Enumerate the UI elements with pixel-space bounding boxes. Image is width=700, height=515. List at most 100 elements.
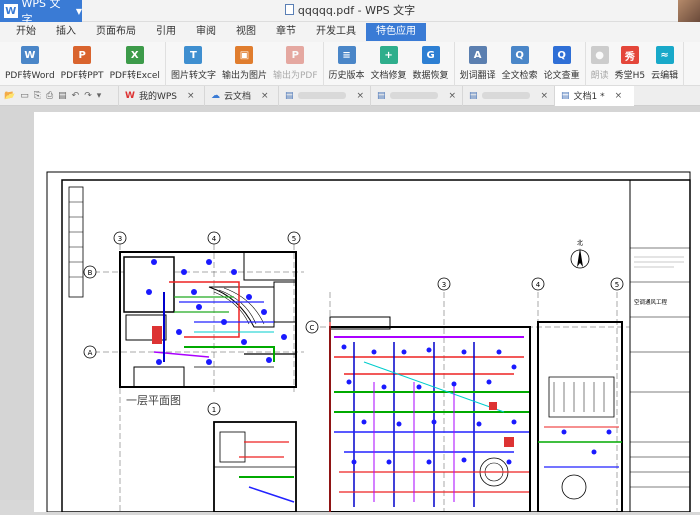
diffuser-symbol xyxy=(261,309,267,315)
axis-label-bottom: 1 xyxy=(212,406,216,414)
diffuser-symbol xyxy=(341,344,347,350)
diffuser-symbol xyxy=(476,421,482,427)
paper-check-button[interactable]: Q 论文查重 xyxy=(541,42,583,86)
menu-tab-8[interactable]: 特色应用 xyxy=(366,23,426,41)
close-icon[interactable]: × xyxy=(187,91,195,101)
avatar[interactable] xyxy=(678,0,700,22)
diffuser-symbol xyxy=(176,329,182,335)
diffuser-symbol xyxy=(206,359,212,365)
export-pdf-button[interactable]: P 输出为PDF xyxy=(270,42,321,86)
diffuser-symbol xyxy=(246,294,252,300)
menu-tab-5[interactable]: 视图 xyxy=(226,23,266,41)
diffuser-symbol xyxy=(346,379,352,385)
diffuser-symbol xyxy=(221,319,227,325)
axis-label-top-2: 5 xyxy=(292,235,296,243)
export-icon[interactable]: ⎘ xyxy=(34,91,41,101)
diffuser-symbol xyxy=(451,381,457,387)
close-icon[interactable]: × xyxy=(448,91,456,101)
redo-icon[interactable]: ↷ xyxy=(84,91,92,101)
menu-tab-7[interactable]: 开发工具 xyxy=(306,23,366,41)
diffuser-symbol xyxy=(231,269,237,275)
window-title: qqqqq.pdf - WPS 文字 xyxy=(0,0,700,22)
open-folder-icon[interactable]: 📂 xyxy=(4,91,15,101)
repair-button[interactable]: + 文档修复 xyxy=(368,42,410,86)
hvac-bottom xyxy=(239,441,295,503)
tab-title: 我的WPS xyxy=(138,92,177,102)
undo-icon[interactable]: ↶ xyxy=(72,91,80,101)
menu-tab-1[interactable]: 插入 xyxy=(46,23,86,41)
diffuser-symbol xyxy=(381,384,387,390)
document-tab-bar: 📂 ▭ ⎘ ⎙ ▤ ↶ ↷ ▾ W 我的WPS × ☁ 云文档 × ▤ × ▤ × ▤ × ▤ 文档1 *… xyxy=(0,85,700,106)
save-icon[interactable]: ▭ xyxy=(20,91,29,101)
ribbon-button-label: 全文检索 xyxy=(501,71,538,81)
axis-label-left-0: B xyxy=(88,269,93,277)
pdf-to-excel-icon: X xyxy=(125,46,144,64)
cloud-edit-icon: ≈ xyxy=(655,46,674,64)
recovery-button[interactable]: G 数据恢复 xyxy=(410,42,452,86)
close-icon[interactable]: × xyxy=(356,91,364,101)
quick-access-toolbar: 📂 ▭ ⎘ ⎙ ▤ ↶ ↷ ▾ xyxy=(0,91,118,101)
diffuser-symbol xyxy=(591,449,597,455)
document-page: 空调通风工程 北 345345BAC1 一层平面图 xyxy=(34,112,700,513)
document-icon: ▤ xyxy=(469,90,478,101)
pdf-to-word-button[interactable]: W PDF转Word xyxy=(2,42,58,86)
tab-title: 云文档 xyxy=(224,92,252,102)
diffuser-symbol xyxy=(431,419,437,425)
search-doc-icon: Q xyxy=(510,46,529,64)
axis-label-right-2: 5 xyxy=(615,281,619,289)
search-doc-button[interactable]: Q 全文检索 xyxy=(499,42,541,86)
menu-tab-6[interactable]: 章节 xyxy=(266,23,306,41)
diffuser-symbol xyxy=(361,419,367,425)
diffuser-symbol xyxy=(281,334,287,340)
document-icon: ▤ xyxy=(377,90,386,101)
h5-button[interactable]: 秀秀堂H5 xyxy=(612,42,649,86)
axis-label-left-2: C xyxy=(310,324,315,332)
cad-drawing: 空调通风工程 北 3 4 53 4 5BAC1 一层平面图 xyxy=(46,171,691,513)
menu-tab-3[interactable]: 引用 xyxy=(146,23,186,41)
translate-icon: A xyxy=(468,46,487,64)
chevron-down-icon[interactable]: ▾ xyxy=(97,91,102,101)
drawing-border xyxy=(46,171,691,513)
document-tab-0[interactable]: W 我的WPS × xyxy=(118,85,204,106)
tab-title-redacted xyxy=(389,92,439,99)
print-icon[interactable]: ⎙ xyxy=(46,91,53,101)
menu-tab-0[interactable]: 开始 xyxy=(6,23,46,41)
close-icon[interactable]: × xyxy=(261,91,269,101)
diffuser-symbol xyxy=(386,459,392,465)
title-block xyxy=(629,179,691,513)
h5-icon: 秀 xyxy=(620,46,639,64)
export-image-button[interactable]: ▣ 输出为图片 xyxy=(219,42,270,86)
document-tab-4[interactable]: ▤ × xyxy=(462,85,554,106)
history-button[interactable]: ≡ 历史版本 xyxy=(326,42,368,86)
diffuser-symbol xyxy=(511,364,517,370)
axis-label-right-1: 4 xyxy=(536,281,541,289)
pdf-to-excel-button[interactable]: X PDF转Excel xyxy=(107,42,163,86)
image-to-text-button[interactable]: T 图片转文字 xyxy=(168,42,219,86)
translate-button[interactable]: A 划词翻译 xyxy=(457,42,499,86)
document-tab-5[interactable]: ▤ 文档1 * × xyxy=(554,85,634,106)
document-icon: ▤ xyxy=(561,90,570,101)
menu-tab-2[interactable]: 页面布局 xyxy=(86,23,146,41)
print-preview-icon[interactable]: ▤ xyxy=(58,91,67,101)
north-arrow: 北 xyxy=(570,239,590,269)
document-tab-3[interactable]: ▤ × xyxy=(370,85,462,106)
document-tab-1[interactable]: ☁ 云文档 × xyxy=(204,85,278,106)
close-icon[interactable]: × xyxy=(540,91,548,101)
ribbon-button-label: 文档修复 xyxy=(370,71,407,81)
diffuser-symbol xyxy=(486,379,492,385)
pdf-to-ppt-button[interactable]: P PDF转PPT xyxy=(58,42,107,86)
drawing-inner-border xyxy=(61,179,691,513)
menu-tab-4[interactable]: 审阅 xyxy=(186,23,226,41)
diffuser-symbol xyxy=(461,349,467,355)
ribbon-group-0: W PDF转Word P PDF转PPT X PDF转Excel xyxy=(0,42,166,86)
app-menu-button[interactable]: W WPS 文字 ▼ xyxy=(0,0,82,26)
microphone-button[interactable]: ● 朗读 xyxy=(588,42,612,86)
floor-label: 一层平面图 xyxy=(126,394,181,407)
close-icon[interactable]: × xyxy=(615,91,623,101)
menu-bar: 开始 插入 页面布局 引用 审阅 视图 章节 开发工具 特色应用 xyxy=(0,22,700,42)
document-tab-2[interactable]: ▤ × xyxy=(278,85,370,106)
diffuser-symbol xyxy=(561,429,567,435)
diffuser-symbol xyxy=(156,359,162,365)
diffuser-symbol xyxy=(496,349,502,355)
cloud-edit-button[interactable]: ≈ 云编辑 xyxy=(648,42,681,86)
